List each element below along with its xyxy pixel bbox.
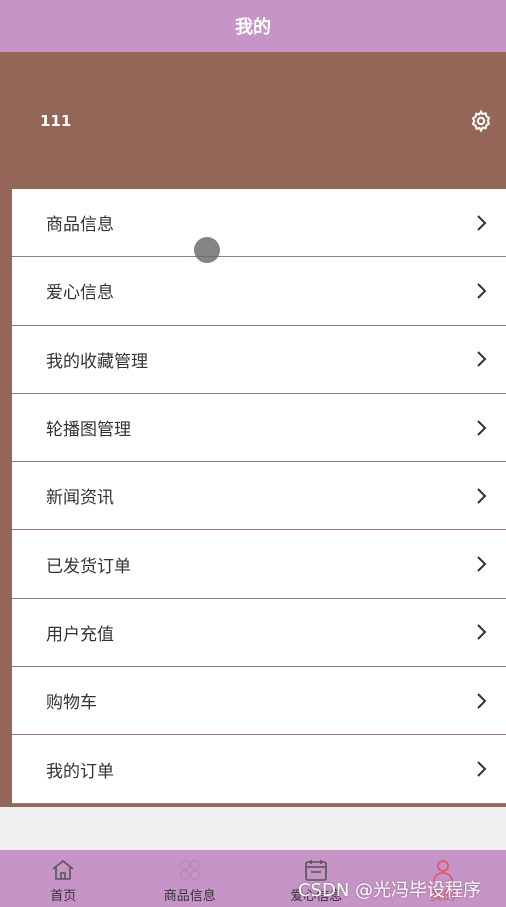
menu-item-shipped-orders[interactable]: 已发货订单 xyxy=(12,530,506,599)
menu-item-label: 我的订单 xyxy=(46,761,114,782)
menu-item-charity-info[interactable]: 爱心信息 xyxy=(12,257,506,326)
grid-icon xyxy=(179,859,200,881)
chevron-right-icon xyxy=(477,214,487,231)
home-icon xyxy=(52,859,74,880)
menu-item-favorites[interactable]: 我的收藏管理 xyxy=(12,325,506,394)
chevron-right-icon xyxy=(477,624,487,641)
menu-item-label: 商品信息 xyxy=(46,215,114,236)
watermark: CSDN @光冯毕设程序 xyxy=(298,880,482,901)
chevron-right-icon xyxy=(477,488,487,504)
tab-label: 商品信息 xyxy=(163,889,216,904)
menu-item-product-info[interactable]: 商品信息 xyxy=(12,189,506,258)
spacer xyxy=(0,807,506,850)
gear-icon[interactable] xyxy=(469,109,493,133)
chevron-right-icon xyxy=(477,351,487,367)
touch-cursor xyxy=(194,237,220,263)
tab-home[interactable]: 首页 xyxy=(0,850,127,907)
chevron-right-icon xyxy=(477,556,487,572)
username: 111 xyxy=(40,112,72,130)
menu-list: 商品信息 爱心信息 我的收藏管理 轮播图管理 新闻资讯 已发货订单 用户充值 购… xyxy=(12,189,506,804)
tab-product-info[interactable]: 商品信息 xyxy=(127,850,254,907)
menu-item-label: 购物车 xyxy=(46,693,97,714)
page-title: 我的 xyxy=(235,17,271,38)
menu-item-label: 用户充值 xyxy=(46,624,114,645)
menu-item-label: 爱心信息 xyxy=(46,283,114,304)
top-bar: 我的 xyxy=(0,0,506,52)
menu-item-carousel[interactable]: 轮播图管理 xyxy=(12,393,506,463)
chevron-right-icon xyxy=(477,761,487,777)
menu-item-label: 我的收藏管理 xyxy=(46,351,148,372)
chevron-right-icon xyxy=(477,419,487,436)
menu-item-label: 已发货订单 xyxy=(46,556,131,577)
chevron-right-icon xyxy=(477,283,487,299)
chevron-right-icon xyxy=(477,693,487,709)
menu-item-label: 轮播图管理 xyxy=(46,420,131,441)
menu-item-cart[interactable]: 购物车 xyxy=(12,667,506,736)
menu-item-my-orders[interactable]: 我的订单 xyxy=(12,735,506,804)
menu-item-news[interactable]: 新闻资讯 xyxy=(12,462,506,531)
menu-item-recharge[interactable]: 用户充值 xyxy=(12,598,506,668)
menu-item-label: 新闻资讯 xyxy=(46,488,114,509)
tab-label: 首页 xyxy=(50,889,77,904)
